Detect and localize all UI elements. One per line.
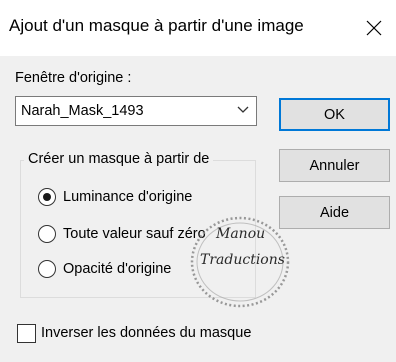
source-window-label: Fenêtre d'origine : (15, 70, 132, 86)
radio-button[interactable] (38, 260, 56, 278)
invert-mask-option[interactable]: Inverser les données du masque (17, 322, 251, 344)
radio-button[interactable] (38, 225, 56, 243)
chevron-down-icon (237, 106, 249, 113)
ok-button[interactable]: OK (279, 98, 390, 131)
watermark-line2: Traductions (200, 252, 285, 268)
source-window-value: Narah_Mask_1493 (21, 103, 144, 119)
invert-label: Inverser les données du masque (41, 325, 252, 341)
radio-luminance[interactable]: Luminance d'origine (38, 186, 192, 208)
source-window-select[interactable]: Narah_Mask_1493 (15, 96, 257, 126)
cancel-button[interactable]: Annuler (279, 149, 390, 182)
invert-checkbox[interactable] (17, 323, 36, 343)
close-button[interactable] (352, 0, 396, 56)
title-bar: Ajout d'un masque à partir d'une image (0, 0, 396, 56)
watermark-logo: Manou Traductions (178, 210, 308, 310)
radio-button[interactable] (38, 188, 56, 206)
mask-source-legend: Créer un masque à partir de (24, 151, 214, 167)
dialog-title: Ajout d'un masque à partir d'une image (9, 16, 304, 35)
watermark-line1: Manou (216, 226, 266, 242)
radio-label: Luminance d'origine (63, 189, 193, 205)
radio-label: Opacité d'origine (63, 261, 172, 277)
radio-opacity[interactable]: Opacité d'origine (38, 258, 171, 280)
close-icon (366, 20, 382, 36)
